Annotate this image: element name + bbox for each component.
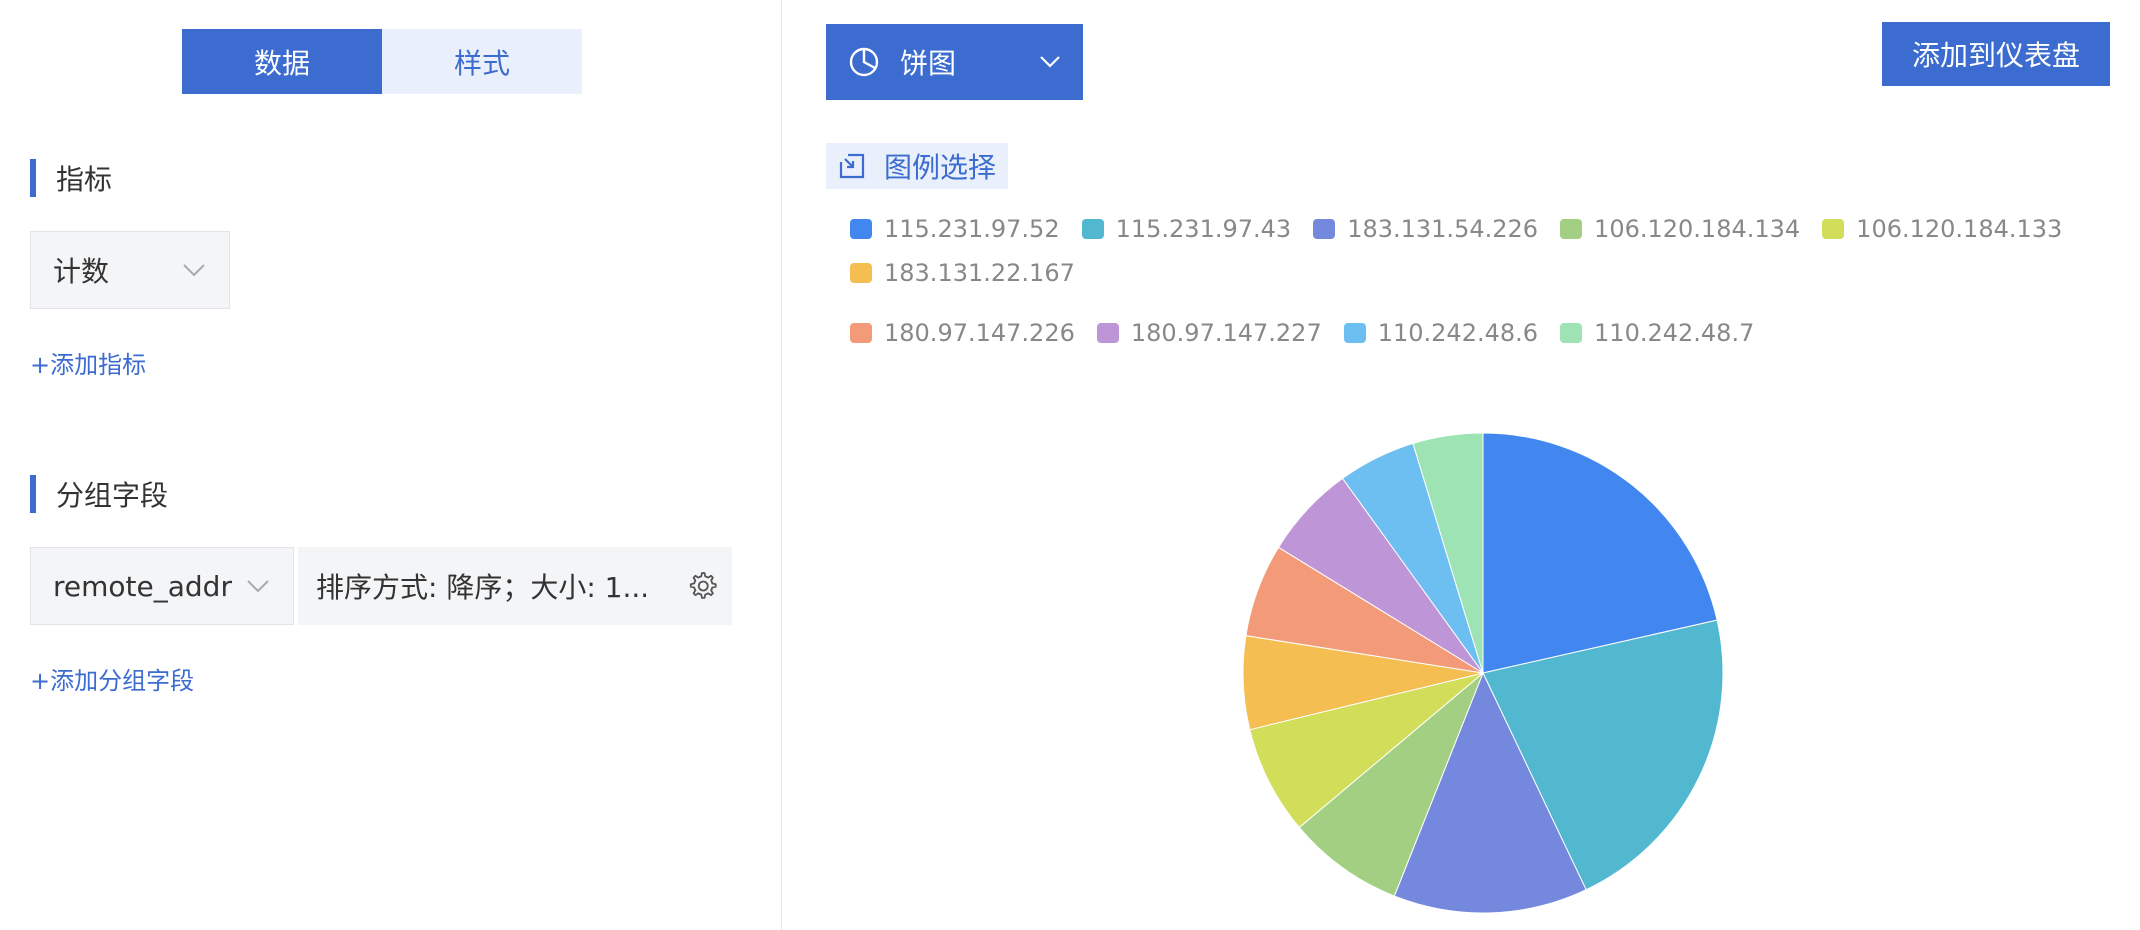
add-to-dashboard-button[interactable]: 添加到仪表盘 <box>1882 22 2110 86</box>
chevron-down-icon <box>183 264 205 277</box>
legend-label: 183.131.22.167 <box>884 259 1075 287</box>
gear-icon[interactable] <box>686 570 718 602</box>
legend-label: 115.231.97.52 <box>884 215 1060 243</box>
chart-type-label: 饼图 <box>900 47 957 80</box>
legend-swatch <box>850 323 872 343</box>
legend-swatch <box>1096 323 1119 343</box>
tab-data[interactable]: 数据 <box>182 29 382 94</box>
legend-label: 106.120.184.134 <box>1594 215 1801 243</box>
legend-swatch <box>850 263 872 283</box>
chart-type-select[interactable]: 饼图 <box>826 24 1083 100</box>
legend-select-label: 图例选择 <box>884 151 997 184</box>
chart-legend: 115.231.97.52 115.231.97.43 183.131.54.226… <box>850 215 2140 347</box>
legend-item[interactable]: 115.231.97.52 <box>850 215 1060 243</box>
panel-tabs: 数据 样式 <box>182 29 582 94</box>
legend-item[interactable]: 106.120.184.134 <box>1560 215 1800 243</box>
legend-item[interactable]: 106.120.184.133 <box>1822 215 2062 243</box>
add-metric-link[interactable]: +添加指标 <box>30 345 146 380</box>
pie-chart-icon <box>849 47 879 77</box>
group-field-select[interactable]: remote_addr <box>30 547 294 625</box>
legend-item[interactable]: 115.231.97.43 <box>1081 215 1292 243</box>
legend-select-button[interactable]: 图例选择 <box>826 143 1008 189</box>
legend-swatch <box>1343 323 1366 343</box>
chevron-down-icon <box>247 580 269 593</box>
section-marker <box>30 475 36 513</box>
chevron-down-icon <box>1040 56 1060 68</box>
legend-label: 110.242.48.7 <box>1594 319 1755 347</box>
legend-label: 115.231.97.43 <box>1115 215 1292 243</box>
config-panel: 数据 样式 指标 计数 +添加指标 分组字段 remote_addr 排序方式:… <box>0 0 782 930</box>
app-root: 数据 样式 指标 计数 +添加指标 分组字段 remote_addr 排序方式:… <box>0 0 2140 930</box>
metrics-section-title: 指标 <box>30 158 112 198</box>
metric-select[interactable]: 计数 <box>30 231 230 309</box>
legend-swatch <box>1560 323 1583 343</box>
legend-item[interactable]: 110.242.48.7 <box>1560 319 1754 347</box>
legend-label: 180.97.147.227 <box>1130 319 1322 347</box>
legend-item[interactable]: 183.131.54.226 <box>1313 215 1538 243</box>
legend-item[interactable]: 110.242.48.6 <box>1343 319 1539 347</box>
tab-style[interactable]: 样式 <box>382 29 582 94</box>
metric-select-value: 计数 <box>53 255 110 288</box>
legend-swatch <box>1560 219 1583 239</box>
legend-label: 110.242.48.6 <box>1377 319 1539 347</box>
pie-chart <box>1242 432 1724 914</box>
add-group-field-link[interactable]: +添加分组字段 <box>30 661 194 696</box>
select-area-icon <box>839 153 865 179</box>
sort-settings-text: 排序方式: 降序；大小: 1... <box>316 571 646 604</box>
legend-item[interactable]: 183.131.22.167 <box>850 259 1075 287</box>
legend-swatch <box>1313 219 1336 239</box>
legend-item[interactable]: 180.97.147.226 <box>850 319 1075 347</box>
legend-swatch <box>1081 219 1104 239</box>
group-title: 分组字段 <box>56 479 169 512</box>
legend-item[interactable]: 180.97.147.227 <box>1096 319 1322 347</box>
section-marker <box>30 159 36 197</box>
legend-swatch <box>1822 219 1845 239</box>
legend-label: 183.131.54.226 <box>1347 215 1539 243</box>
legend-label: 106.120.184.133 <box>1856 215 2063 243</box>
legend-label: 180.97.147.226 <box>884 319 1075 347</box>
legend-swatch <box>850 219 872 239</box>
sort-settings[interactable]: 排序方式: 降序；大小: 1... <box>298 547 732 625</box>
metrics-title: 指标 <box>56 163 113 196</box>
group-field-value: remote_addr <box>53 569 232 603</box>
group-section-title: 分组字段 <box>30 474 168 514</box>
